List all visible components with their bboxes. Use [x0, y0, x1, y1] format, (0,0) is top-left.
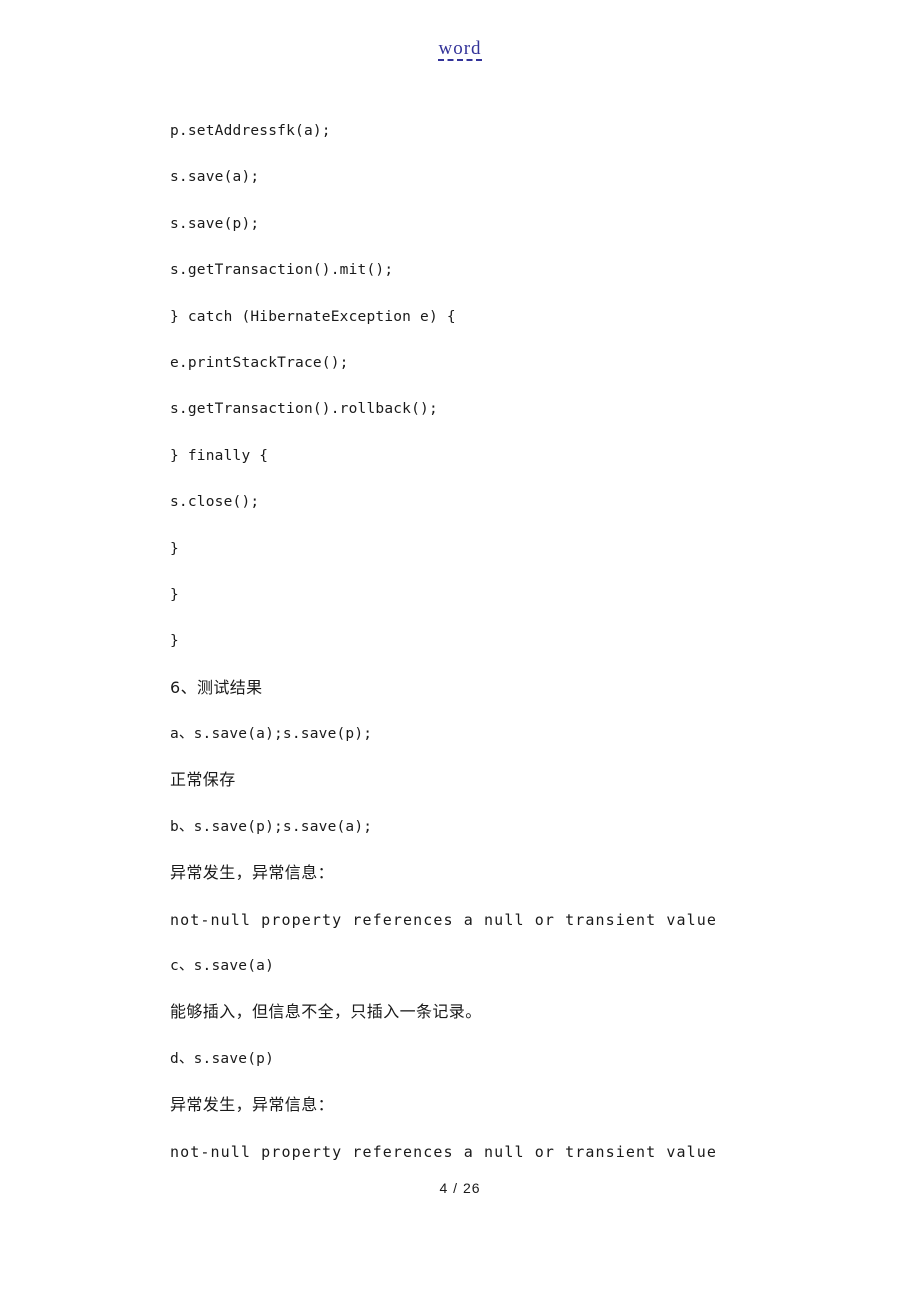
page-footer: 4 / 26 [0, 1180, 920, 1198]
document-line: 异常发生，异常信息： [170, 1095, 335, 1115]
document-line: c、s.save(a) [170, 958, 274, 975]
document-line: 正常保存 [170, 770, 236, 790]
document-line: 6、测试结果 [170, 677, 263, 697]
document-line: s.getTransaction().rollback(); [170, 401, 438, 418]
document-line: b、s.save(p);s.save(a); [170, 818, 373, 835]
document-line: not-null property references a null or t… [170, 1142, 718, 1161]
document-line: s.close(); [170, 494, 260, 511]
document-line: 异常发生，异常信息： [170, 863, 335, 883]
page-header: word [0, 0, 920, 100]
document-line: } [170, 540, 179, 557]
document-page: word p.setAddressfk(a); s.save(a); s.save(… [0, 0, 920, 1302]
document-line: a、s.save(a);s.save(p); [170, 726, 373, 743]
document-line: not-null property references a null or t… [170, 910, 718, 929]
document-line: p.setAddressfk(a); [170, 123, 331, 139]
page-number-label: 4 / 26 [439, 1180, 481, 1196]
document-line: s.save(p); [170, 215, 260, 232]
document-line: s.getTransaction().mit(); [170, 262, 394, 279]
document-line: d、s.save(p) [170, 1050, 274, 1067]
document-line: } catch (HibernateException e) { [170, 308, 456, 325]
document-line: s.save(a); [170, 169, 260, 186]
document-line: 能够插入，但信息不全，只插入一条记录。 [170, 1002, 482, 1022]
header-watermark-text: word [438, 38, 482, 61]
document-body: p.setAddressfk(a); s.save(a); s.save(p); s.… [170, 108, 770, 1175]
document-line: } [170, 586, 179, 603]
document-line: e.printStackTrace(); [170, 354, 349, 371]
document-line: } [170, 633, 179, 650]
document-line: } finally { [170, 447, 269, 464]
